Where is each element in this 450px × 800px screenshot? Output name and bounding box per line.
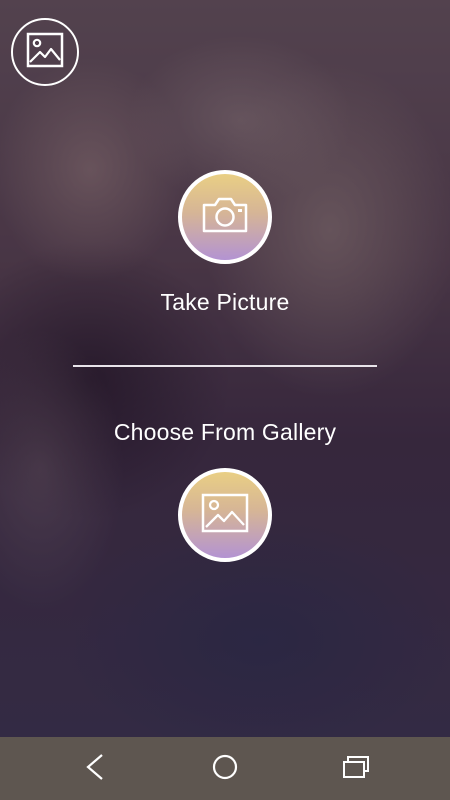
- camera-icon: [200, 195, 250, 240]
- choose-from-gallery-label[interactable]: Choose From Gallery: [0, 419, 450, 446]
- image-icon: [201, 493, 249, 538]
- take-picture-button[interactable]: [178, 170, 272, 264]
- take-picture-label[interactable]: Take Picture: [0, 289, 450, 316]
- photo-source-picker: Take Picture Choose From Gallery: [0, 0, 450, 800]
- image-icon: [26, 32, 64, 73]
- divider: [73, 365, 377, 367]
- choose-from-gallery-button[interactable]: [178, 468, 272, 562]
- gallery-shortcut-button[interactable]: [11, 18, 79, 86]
